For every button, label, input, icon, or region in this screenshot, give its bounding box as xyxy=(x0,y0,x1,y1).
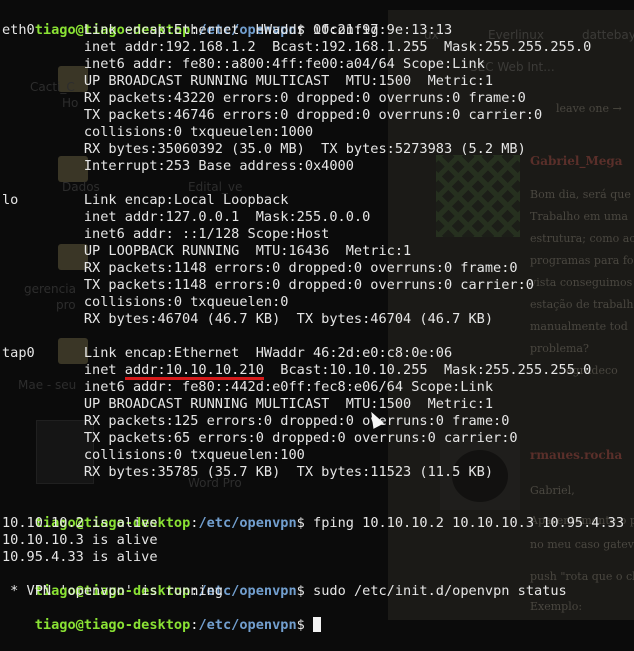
output-segment: inet xyxy=(2,362,125,378)
highlighted-ip-address: addr:10.10.10.210 xyxy=(124,362,265,380)
prompt-symbol: $ xyxy=(296,617,305,633)
output-line: collisions:0 txqueuelen:100 xyxy=(2,447,305,463)
output-line: * VPN 'openvpn' is running xyxy=(2,583,223,599)
output-line: RX bytes:35785 (35.7 KB) TX bytes:11523 … xyxy=(2,464,494,480)
output-line: UP BROADCAST RUNNING MULTICAST MTU:1500 … xyxy=(2,73,494,89)
output-line: 10.95.4.33 is alive xyxy=(2,549,158,565)
output-line: TX packets:1148 errors:0 dropped:0 overr… xyxy=(2,277,534,293)
terminal-window[interactable]: tiago@tiago-desktop:/etc/openvpn$ ifconf… xyxy=(0,0,634,633)
output-line: 10.10.10.3 is alive xyxy=(2,532,158,548)
command-text: sudo /etc/init.d/openvpn status xyxy=(304,583,567,599)
output-line: RX packets:1148 errors:0 dropped:0 overr… xyxy=(2,260,518,276)
prompt-symbol: $ xyxy=(296,515,305,531)
output-line: inet6 addr: ::1/128 Scope:Host xyxy=(2,226,330,242)
prompt-line[interactable]: tiago@tiago-desktop:/etc/openvpn$ xyxy=(2,600,322,633)
output-line: RX packets:125 errors:0 dropped:0 overru… xyxy=(2,413,510,429)
output-line: Interrupt:253 Base address:0x4000 xyxy=(2,158,354,174)
output-line: tap0 Link encap:Ethernet HWaddr 46:2d:e0… xyxy=(2,345,453,361)
prompt-line: tiago@tiago-desktop:/etc/openvpn$ fping … xyxy=(2,498,624,531)
output-line: inet6 addr: fe80::a800:4ff:fe00:a04/64 S… xyxy=(2,56,485,72)
output-line: inet addr:10.10.10.210 Bcast:10.10.10.25… xyxy=(2,362,592,380)
prompt-user-host: tiago@tiago-desktop xyxy=(34,617,191,633)
output-line: collisions:0 txqueuelen:0 xyxy=(2,294,289,310)
prompt-line: tiago@tiago-desktop:/etc/openvpn$ sudo /… xyxy=(2,566,567,599)
output-segment: Bcast:10.10.10.255 Mask:255.255.255.0 xyxy=(263,362,592,378)
command-text: fping 10.10.10.2 10.10.10.3 10.95.4.33 xyxy=(304,515,625,531)
prompt-line: tiago@tiago-desktop:/etc/openvpn$ ifconf… xyxy=(2,5,379,38)
output-line: TX packets:65 errors:0 dropped:0 overrun… xyxy=(2,430,518,446)
output-line: collisions:0 txqueuelen:1000 xyxy=(2,124,313,140)
output-line: RX packets:43220 errors:0 dropped:0 over… xyxy=(2,90,526,106)
prompt-path: /etc/openvpn xyxy=(198,617,297,633)
prompt-symbol: $ xyxy=(296,583,305,599)
output-line: RX bytes:35060392 (35.0 MB) TX bytes:527… xyxy=(2,141,526,157)
output-line: RX bytes:46704 (46.7 KB) TX bytes:46704 … xyxy=(2,311,494,327)
output-line: lo Link encap:Local Loopback xyxy=(2,192,289,208)
output-line: eth0 Link encap:Ethernet HWaddr 00:21:97… xyxy=(2,22,453,38)
output-line: inet addr:127.0.0.1 Mask:255.0.0.0 xyxy=(2,209,371,225)
output-line: inet6 addr: fe80::442d:e0ff:fec8:e06/64 … xyxy=(2,379,494,395)
output-line: TX packets:46746 errors:0 dropped:0 over… xyxy=(2,107,543,123)
prompt-path: /etc/openvpn xyxy=(198,515,297,531)
output-line: 10.10.10.2 is alive xyxy=(2,515,158,531)
output-line: UP BROADCAST RUNNING MULTICAST MTU:1500 … xyxy=(2,396,494,412)
text-cursor[interactable] xyxy=(313,617,322,632)
output-line: UP LOOPBACK RUNNING MTU:16436 Metric:1 xyxy=(2,243,412,259)
output-line: inet addr:192.168.1.2 Bcast:192.168.1.25… xyxy=(2,39,592,55)
